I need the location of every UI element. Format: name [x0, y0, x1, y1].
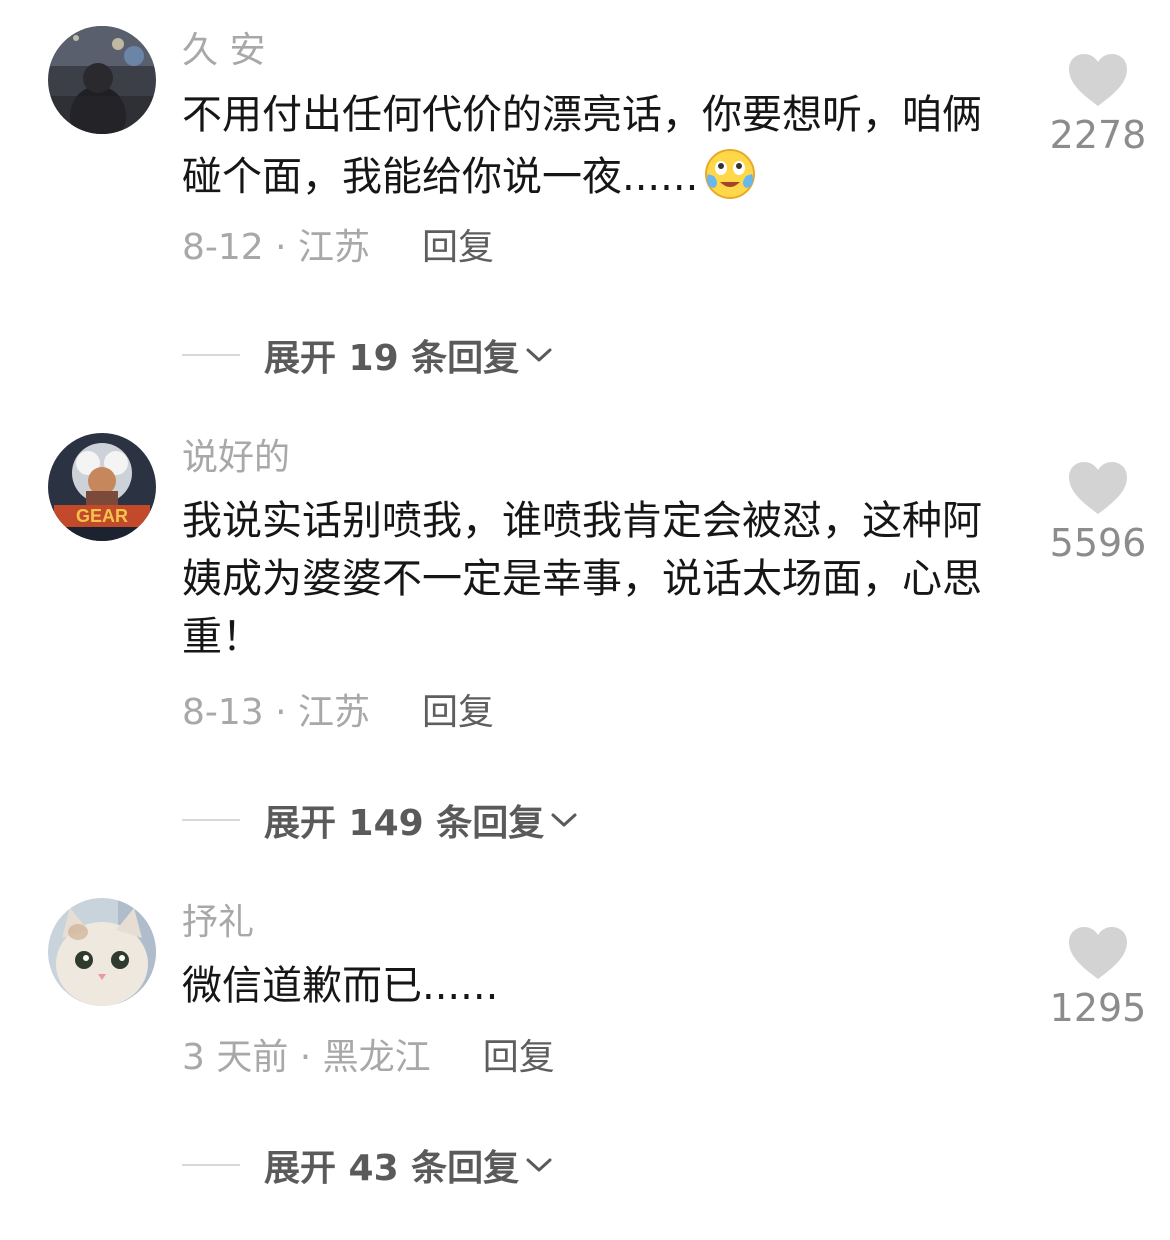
chevron-down-icon — [526, 348, 552, 362]
like-count: 1295 — [1049, 986, 1147, 1030]
username[interactable]: 久 安 — [182, 29, 265, 73]
comment-text: 微信道歉而已...... — [182, 963, 499, 1009]
avatar[interactable] — [48, 898, 156, 1006]
like-button[interactable]: 1295 — [1040, 925, 1156, 1031]
expand-replies-label: 展开 149 条回复 — [264, 803, 545, 844]
chevron-down-icon — [526, 1158, 552, 1172]
reply-button[interactable]: 回复 — [483, 1037, 555, 1078]
laughing-crying-emoji-icon — [702, 144, 758, 200]
comment-meta: 8-12 · 江苏 回复 — [182, 226, 494, 270]
expand-replies-label: 展开 19 条回复 — [264, 338, 520, 379]
chevron-down-icon — [551, 813, 577, 827]
avatar[interactable]: GEAR — [48, 433, 156, 541]
expand-replies-button[interactable]: 展开 19 条回复 — [182, 331, 553, 379]
date-location: 3 天前 · 黑龙江 — [182, 1037, 431, 1078]
divider-line — [182, 1164, 240, 1166]
divider-line — [182, 819, 240, 821]
heart-icon — [1069, 54, 1127, 106]
like-button[interactable]: 5596 — [1040, 460, 1156, 566]
expand-replies-button[interactable]: 展开 43 条回复 — [182, 1141, 553, 1189]
heart-icon — [1069, 462, 1127, 514]
expand-replies-button[interactable]: 展开 149 条回复 — [182, 796, 578, 844]
date-location: 8-13 · 江苏 — [182, 692, 371, 733]
comment-text-body: 不用付出任何代价的漂亮话，你要想听，咱俩碰个面，我能给你说一夜...... — [182, 92, 982, 200]
like-button[interactable]: 2278 — [1040, 52, 1156, 158]
like-count: 2278 — [1049, 113, 1147, 157]
like-count: 5596 — [1049, 521, 1147, 565]
comment-meta: 8-13 · 江苏 回复 — [182, 691, 494, 735]
reply-button[interactable]: 回复 — [422, 692, 494, 733]
svg-text:GEAR: GEAR — [76, 506, 128, 526]
comment-text: 我说实话别喷我，谁喷我肯定会被怼，这种阿姨成为婆婆不一定是幸事，说话太场面，心思… — [182, 498, 982, 660]
divider-line — [182, 354, 240, 356]
avatar[interactable] — [48, 26, 156, 134]
username[interactable]: 说好的 — [182, 436, 290, 480]
reply-button[interactable]: 回复 — [422, 227, 494, 268]
comment-text: 不用付出任何代价的漂亮话，你要想听，咱俩碰个面，我能给你说一夜...... — [182, 86, 1012, 206]
expand-replies-label: 展开 43 条回复 — [264, 1148, 520, 1189]
heart-icon — [1069, 927, 1127, 979]
comment-meta: 3 天前 · 黑龙江 回复 — [182, 1036, 555, 1080]
date-location: 8-12 · 江苏 — [182, 227, 371, 268]
username[interactable]: 抒礼 — [182, 901, 254, 945]
